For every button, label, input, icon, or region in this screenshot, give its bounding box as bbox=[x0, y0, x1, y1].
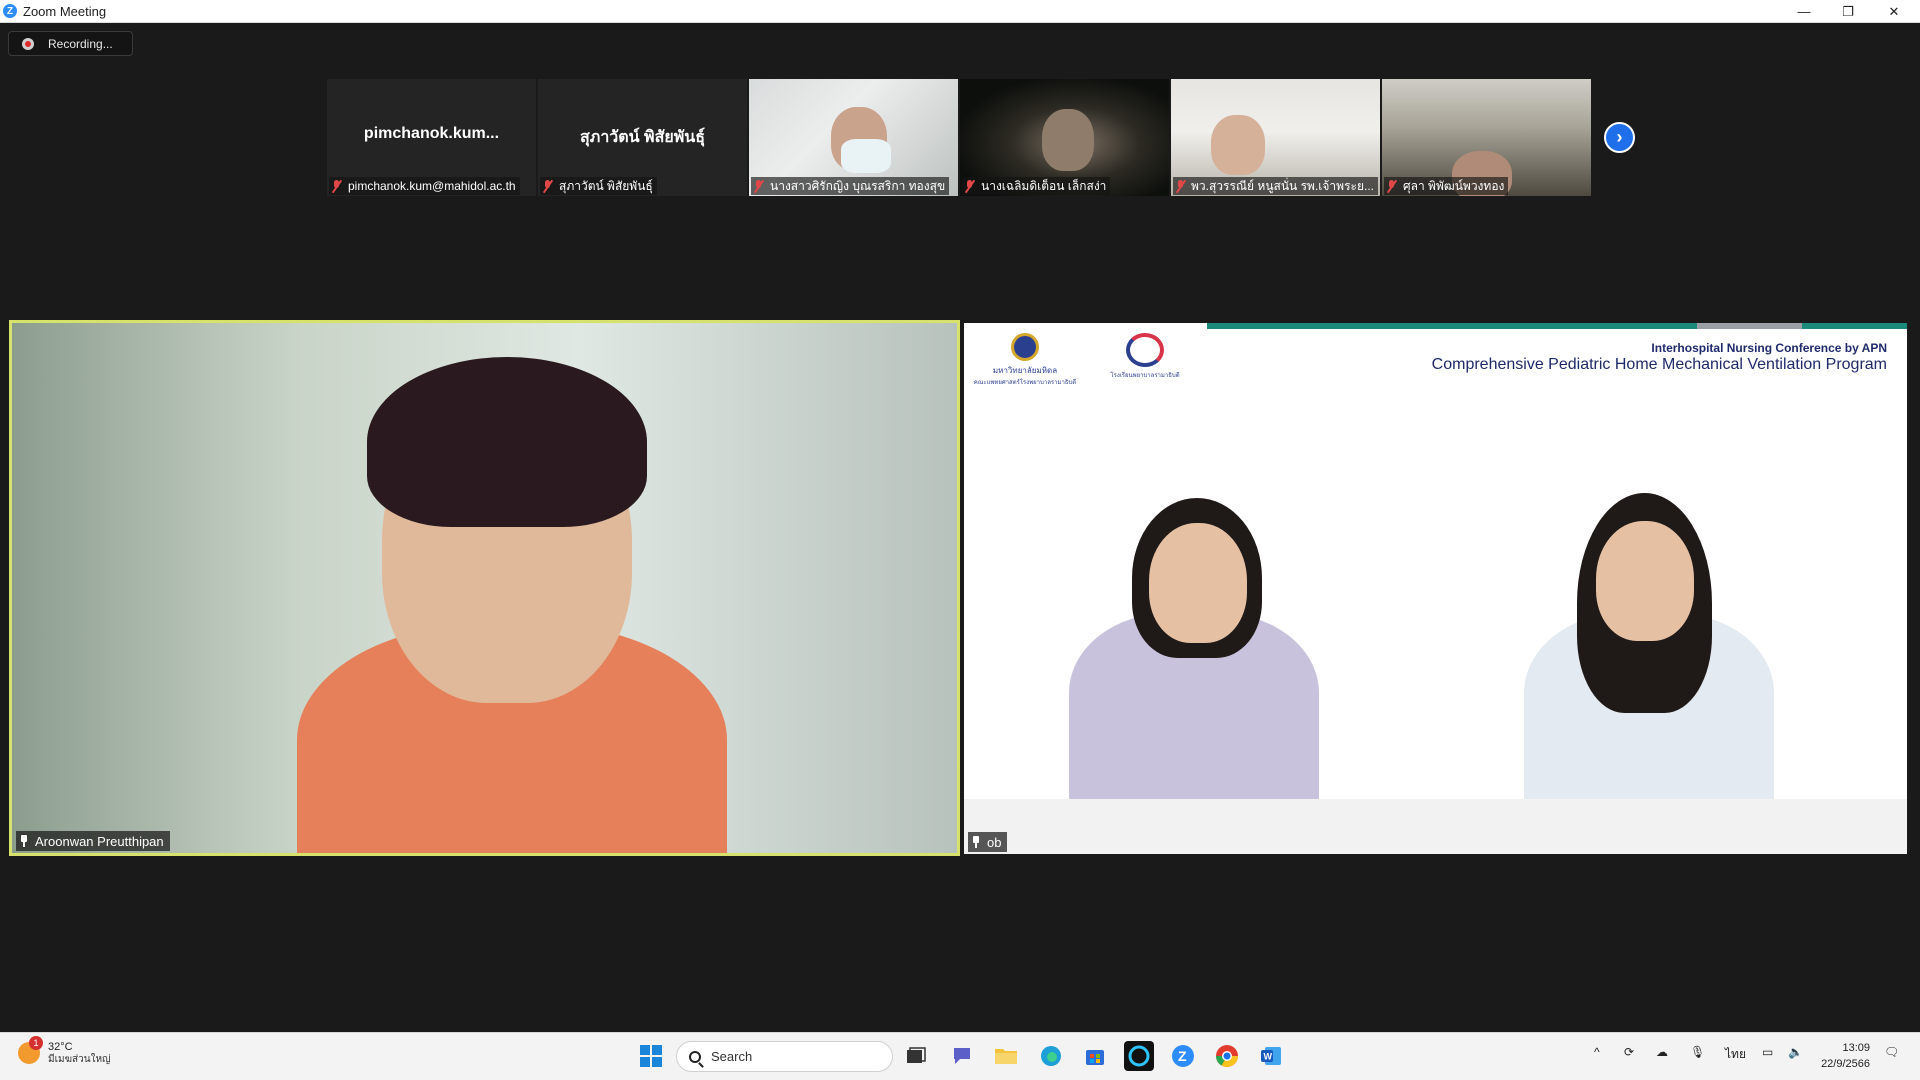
store-icon[interactable] bbox=[1080, 1041, 1110, 1071]
edge-browser-icon[interactable] bbox=[1036, 1041, 1066, 1071]
webex-icon[interactable] bbox=[1124, 1041, 1154, 1071]
search-placeholder: Search bbox=[711, 1049, 753, 1064]
weather-widget[interactable]: 1 32°C มีเมฆส่วนใหญ่ bbox=[18, 1036, 111, 1065]
participant-tile[interactable]: ศุลา พิพัฒน์พวงทอง bbox=[1382, 79, 1591, 196]
search-icon bbox=[689, 1050, 701, 1063]
heart-logo-icon bbox=[1126, 333, 1164, 367]
svg-text:Z: Z bbox=[1178, 1048, 1187, 1064]
slide-header-stripe bbox=[1207, 323, 1907, 329]
participant-display-name: pimchanok.kum... bbox=[363, 125, 500, 142]
participant-name-label: พว.สุวรรณีย์ หนูสนั่น รพ.เจ้าพระย... bbox=[1173, 177, 1378, 195]
notifications-icon[interactable]: 🗨 bbox=[1884, 1045, 1899, 1059]
participant-name-label: นางเฉลิมดิเต็อน เล็กสง่า bbox=[962, 177, 1111, 195]
volume-icon[interactable]: 🔈 bbox=[1788, 1045, 1803, 1059]
mic-muted-icon bbox=[964, 179, 976, 193]
clock-date: 22/9/2566 bbox=[1821, 1057, 1870, 1070]
participant-name-label: ศุลา พิพัฒน์พวงทอง bbox=[1384, 177, 1509, 195]
mic-muted-icon bbox=[1175, 179, 1186, 193]
windows-taskbar: 1 32°C มีเมฆส่วนใหญ่ Search Z W ^ ⟳ ☁ 🎙 … bbox=[0, 1032, 1920, 1080]
language-indicator[interactable]: ไทย bbox=[1725, 1045, 1746, 1064]
next-page-button[interactable]: › bbox=[1604, 122, 1635, 153]
mic-muted-icon bbox=[331, 179, 343, 193]
taskbar-search[interactable]: Search bbox=[676, 1041, 893, 1072]
slide-subtitle: Interhospital Nursing Conference by APN bbox=[1651, 341, 1887, 355]
participant-tile[interactable]: pimchanok.kum... pimchanok.kum@mahidol.a… bbox=[327, 79, 536, 196]
participant-strip: pimchanok.kum... pimchanok.kum@mahidol.a… bbox=[327, 79, 1591, 196]
zoom-logo-icon: Z bbox=[3, 4, 17, 18]
pin-icon bbox=[971, 836, 981, 848]
mic-muted-icon bbox=[542, 179, 554, 193]
teams-chat-icon[interactable] bbox=[947, 1041, 977, 1071]
participant-video bbox=[1042, 109, 1094, 171]
record-icon bbox=[22, 37, 34, 50]
notification-badge: 1 bbox=[29, 1036, 43, 1051]
nursing-school-logo: โรงเรียนพยาบาลรามาธิบดี bbox=[1100, 333, 1190, 393]
slide-title: Comprehensive Pediatric Home Mechanical … bbox=[1431, 356, 1887, 373]
clock[interactable]: 13:09 22/9/2566 bbox=[1814, 1041, 1870, 1073]
speaker-name-label: Aroonwan Preutthipan bbox=[16, 831, 170, 851]
university-seal-icon bbox=[1011, 333, 1039, 361]
restore-button[interactable]: ❐ bbox=[1826, 0, 1870, 23]
cloud-offline-icon[interactable]: ☁ bbox=[1656, 1045, 1668, 1059]
task-view-icon[interactable] bbox=[901, 1041, 931, 1071]
pin-icon bbox=[19, 835, 29, 847]
speaker-name-label: ob bbox=[968, 832, 1008, 852]
participant-name-label: pimchanok.kum@mahidol.ac.th bbox=[329, 177, 520, 195]
temperature: 32°C bbox=[48, 1041, 73, 1053]
clock-time: 13:09 bbox=[1842, 1042, 1870, 1054]
sync-icon[interactable]: ⟳ bbox=[1624, 1045, 1634, 1059]
chevron-up-icon[interactable]: ^ bbox=[1594, 1045, 1600, 1059]
active-speaker-tile[interactable]: Aroonwan Preutthipan bbox=[9, 320, 960, 856]
face-mask bbox=[841, 139, 891, 173]
mic-muted-icon bbox=[753, 179, 765, 193]
microphone-icon[interactable]: 🎙 bbox=[1690, 1045, 1705, 1059]
file-explorer-icon[interactable] bbox=[991, 1041, 1021, 1071]
mahidol-logo: มหาวิทยาลัยมหิดล คณะแพทยศาสตร์โรงพยาบาลร… bbox=[970, 333, 1080, 393]
title-bar: Z Zoom Meeting — ❐ ✕ bbox=[0, 0, 1920, 23]
participant-tile[interactable]: นางสาวศิรักญิง บุณรสริกา ทองสุข bbox=[749, 79, 958, 196]
weather-condition: มีเมฆส่วนใหญ่ bbox=[48, 1053, 111, 1065]
participant-tile[interactable]: พว.สุวรรณีย์ หนูสนั่น รพ.เจ้าพระย... bbox=[1171, 79, 1380, 196]
mic-muted-icon bbox=[1386, 179, 1398, 193]
desk-surface bbox=[964, 799, 1907, 854]
weather-sun-icon: 1 bbox=[18, 1036, 43, 1065]
participant-name-label: นางสาวศิรักญิง บุณรสริกา ทองสุข bbox=[751, 177, 950, 195]
participant-tile[interactable]: สุภาวัตน์ พิสัยพันธ์ุ สุภาวัตน์ พิสัยพัน… bbox=[538, 79, 747, 196]
recording-label: Recording... bbox=[48, 36, 113, 51]
close-button[interactable]: ✕ bbox=[1872, 0, 1916, 23]
word-icon[interactable]: W bbox=[1256, 1041, 1286, 1071]
chevron-right-icon: › bbox=[1616, 127, 1623, 147]
svg-text:W: W bbox=[1264, 1052, 1273, 1062]
minimize-button[interactable]: — bbox=[1782, 0, 1826, 23]
participant-display-name: สุภาวัตน์ พิสัยพันธ์ุ bbox=[580, 129, 705, 146]
video-tile[interactable]: มหาวิทยาลัยมหิดล คณะแพทยศาสตร์โรงพยาบาลร… bbox=[964, 323, 1907, 854]
recording-indicator[interactable]: Recording... bbox=[8, 31, 133, 56]
participant-video bbox=[1211, 115, 1265, 175]
chrome-icon[interactable] bbox=[1212, 1041, 1242, 1071]
window-title: Zoom Meeting bbox=[23, 3, 107, 19]
network-icon[interactable]: ▭ bbox=[1762, 1045, 1773, 1059]
start-button[interactable] bbox=[636, 1041, 666, 1071]
participant-name-label: สุภาวัตน์ พิสัยพันธ์ุ bbox=[540, 177, 657, 195]
zoom-app-icon[interactable]: Z bbox=[1168, 1041, 1198, 1071]
participant-tile[interactable]: นางเฉลิมดิเต็อน เล็กสง่า bbox=[960, 79, 1169, 196]
